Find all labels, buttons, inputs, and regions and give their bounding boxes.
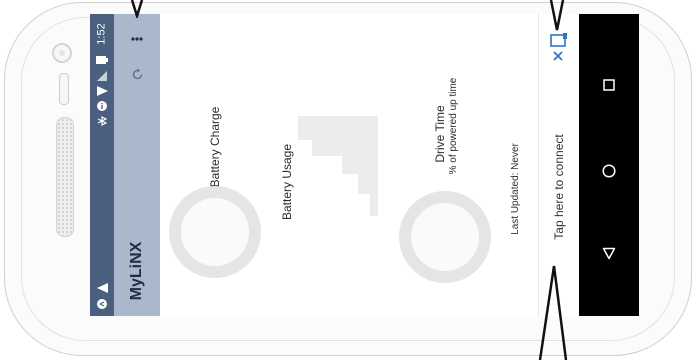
share-icon <box>95 298 109 310</box>
usage-step <box>298 116 378 140</box>
connect-prompt[interactable]: Tap here to connect <box>552 134 566 239</box>
bluetooth-icon <box>95 115 109 127</box>
refresh-icon[interactable] <box>129 66 145 82</box>
status-bar: 1:52 <box>90 14 114 316</box>
navigation-bar <box>579 14 639 316</box>
battery-icon <box>95 54 109 66</box>
drive-time-label: Drive Time <box>433 105 447 163</box>
proximity-sensor <box>59 73 69 105</box>
app-bar: MyLiNX <box>114 14 160 316</box>
earpiece-speaker <box>56 117 74 237</box>
alert-icon <box>95 282 109 294</box>
dashboard-content: Battery Charge Battery Usage Drive Time … <box>160 14 538 316</box>
signal-icon <box>95 70 109 82</box>
usage-step <box>312 140 378 156</box>
info-icon <box>95 100 109 112</box>
battery-usage-label: Battery Usage <box>280 143 294 221</box>
bluetooth-device-icon[interactable] <box>548 31 570 49</box>
callout-line-top-right <box>549 0 565 31</box>
usage-step <box>358 174 378 194</box>
status-time: 1:52 <box>95 23 108 45</box>
usage-step <box>370 194 378 216</box>
last-updated-text: Last Updated: Never <box>510 143 521 235</box>
home-icon[interactable] <box>600 162 618 180</box>
wifi-icon <box>95 85 109 97</box>
battery-charge-label: Battery Charge <box>208 106 222 188</box>
back-icon[interactable] <box>600 244 618 262</box>
battery-charge-gauge <box>169 186 261 278</box>
front-camera <box>52 43 72 63</box>
callout-line-bottom <box>538 265 568 360</box>
drive-time-gauge <box>399 191 491 283</box>
overflow-menu-icon[interactable] <box>129 32 145 46</box>
callout-line-top-left <box>130 0 144 18</box>
recent-apps-icon[interactable] <box>601 77 617 93</box>
usage-step <box>342 156 378 174</box>
drive-time-sublabel: % of powered up time <box>448 77 459 175</box>
disconnected-x-icon <box>550 49 566 63</box>
app-title: MyLiNX <box>128 241 145 301</box>
